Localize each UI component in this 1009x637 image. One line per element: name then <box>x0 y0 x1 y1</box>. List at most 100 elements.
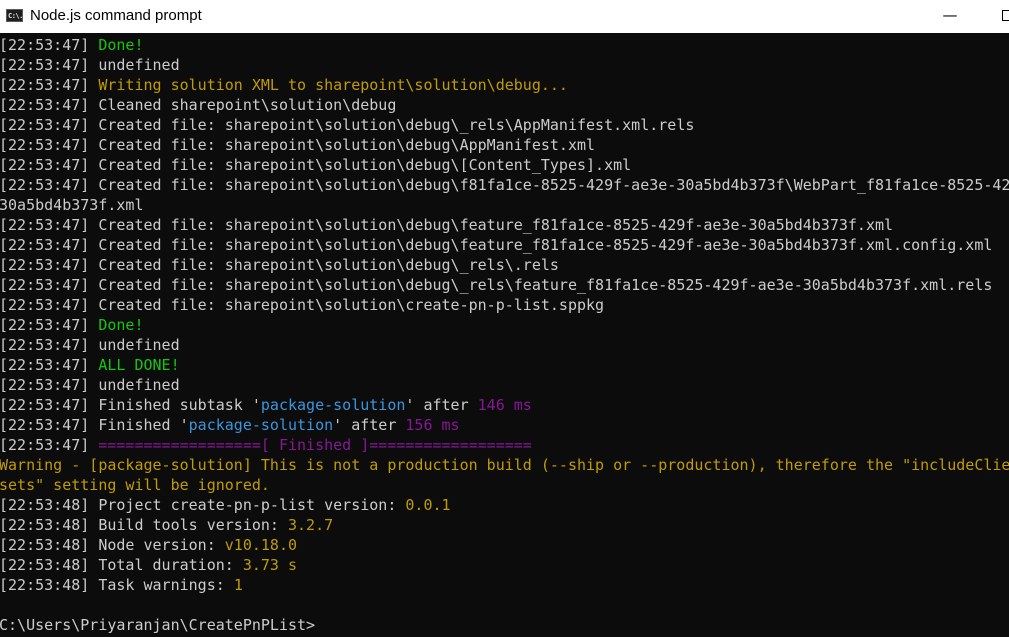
console-text-segment: [22:53:47] <box>0 96 99 114</box>
console-line: [22:53:47] ==================[ Finished … <box>0 435 532 455</box>
console-text-segment: [22:53:47] <box>0 316 99 334</box>
maximize-icon <box>1002 10 1009 21</box>
console-line: [22:53:48] Project create-pn-p-list vers… <box>0 495 451 515</box>
console-text-segment: [22:53:47] <box>0 76 99 94</box>
console-line: [22:53:47] Cleaned sharepoint\solution\d… <box>0 95 396 115</box>
console-text-segment: Created file: sharepoint\solution\debug\… <box>98 176 1009 194</box>
console-line: [22:53:47] Created file: sharepoint\solu… <box>0 295 604 315</box>
console-line: 30a5bd4b373f.xml <box>0 195 144 215</box>
console-text-segment: undefined <box>98 336 180 354</box>
console-text-segment: [22:53:47] <box>0 376 99 394</box>
console-text-segment: package-solution <box>188 416 334 434</box>
console-text-segment: Created file: sharepoint\solution\debug\… <box>98 136 596 154</box>
console-text-segment: Created file: sharepoint\solution\debug\… <box>98 236 993 254</box>
console-line: [22:53:48] Task warnings: 1 <box>0 575 243 595</box>
minimize-icon: — <box>942 6 958 24</box>
console-line: [22:53:47] Created file: sharepoint\solu… <box>0 255 559 275</box>
console-text-segment: [22:53:47] <box>0 436 99 454</box>
console-line: [22:53:48] Build tools version: 3.2.7 <box>0 515 333 535</box>
console-text-segment: Project create-pn-p-list version: <box>98 496 406 514</box>
console-text-segment: Done! <box>98 316 144 334</box>
console-text-segment: Created file: sharepoint\solution\debug\… <box>98 156 632 174</box>
console-line: Warning - [package-solution] This is not… <box>0 455 1009 475</box>
console-text-segment: [22:53:47] <box>0 256 99 274</box>
console-text-segment: Created file: sharepoint\solution\debug\… <box>98 216 894 234</box>
console-line: [22:53:47] Finished subtask 'package-sol… <box>0 395 532 415</box>
console-line: [22:53:47] undefined <box>0 55 180 75</box>
console-text-segment: Task warnings: <box>98 576 234 594</box>
console-text-segment: Finished subtask ' <box>98 396 261 414</box>
console-text-segment: Created file: sharepoint\solution\create… <box>98 296 605 314</box>
console-line: [22:53:47] Created file: sharepoint\solu… <box>0 135 595 155</box>
title-bar[interactable]: C:\. Node.js command prompt — <box>0 0 1009 33</box>
console-app-icon[interactable]: C:\. <box>6 9 23 22</box>
console-text-segment: [22:53:48] <box>0 516 99 534</box>
console-text-segment: [22:53:48] <box>0 536 99 554</box>
console-text-segment: Writing solution XML to sharepoint\solut… <box>98 76 568 94</box>
console-text-segment: [22:53:47] <box>0 396 99 414</box>
console-text-segment: sets" setting will be ignored. <box>0 476 270 494</box>
console-text-segment: 156 ms <box>405 416 460 434</box>
console-text-segment: [22:53:47] <box>0 356 99 374</box>
console-text-segment: 3.73 s <box>242 556 298 574</box>
console-text-segment: Warning - [package-solution] This is not… <box>0 456 1009 474</box>
console-text-segment: [22:53:48] <box>0 496 99 514</box>
console-text-segment: ALL DONE! <box>98 356 180 374</box>
console-line: [22:53:48] Node version: v10.18.0 <box>0 535 297 555</box>
console-text-segment: Created file: sharepoint\solution\debug\… <box>98 116 695 134</box>
window-title: Node.js command prompt <box>30 7 202 24</box>
console-text-segment: [22:53:47] <box>0 56 99 74</box>
command-prompt-line: C:\Users\Priyaranjan\CreatePnPList> <box>0 615 315 635</box>
console-line: [22:53:47] Writing solution XML to share… <box>0 75 568 95</box>
console-text-segment: Created file: sharepoint\solution\debug\… <box>98 256 559 274</box>
console-line: [22:53:47] undefined <box>0 335 180 355</box>
console-text-segment: 3.2.7 <box>288 516 334 534</box>
console-text-segment: undefined <box>98 376 180 394</box>
console-text-segment: 1 <box>233 576 243 594</box>
console-text-segment: 0.0.1 <box>405 496 451 514</box>
console-text-segment: [22:53:47] <box>0 236 99 254</box>
console-text-segment: 146 ms <box>477 396 532 414</box>
console-line: [22:53:47] Finished 'package-solution' a… <box>0 415 460 435</box>
console-line: [22:53:47] Done! <box>0 35 144 55</box>
console-text-segment: [22:53:47] <box>0 116 99 134</box>
console-text-segment: [22:53:47] <box>0 176 99 194</box>
console-icon-glyph: C:\. <box>8 12 23 20</box>
console-line: [22:53:47] Created file: sharepoint\solu… <box>0 115 694 135</box>
console-text-segment: v10.18.0 <box>224 536 298 554</box>
console-text-segment: [22:53:47] <box>0 156 99 174</box>
console-text-segment: [22:53:47] <box>0 216 99 234</box>
console-text-segment: C:\Users\Priyaranjan\CreatePnPList> <box>0 616 316 634</box>
console-line: [22:53:47] undefined <box>0 375 180 395</box>
console-output[interactable]: [22:53:47] Done! [22:53:47] undefined [22:… <box>0 34 1009 637</box>
minimize-button[interactable]: — <box>927 0 973 33</box>
console-text-segment: [22:53:47] <box>0 136 99 154</box>
console-text-segment: Node version: <box>98 536 225 554</box>
console-text-segment: ' after <box>333 416 406 434</box>
console-line: [22:53:47] Created file: sharepoint\solu… <box>0 215 893 235</box>
console-line: [22:53:47] Done! <box>0 315 144 335</box>
console-text-segment: [22:53:47] <box>0 296 99 314</box>
console-text-segment: [22:53:47] <box>0 36 99 54</box>
console-text-segment: [22:53:48] <box>0 556 99 574</box>
console-text-segment: Build tools version: <box>98 516 288 534</box>
console-text-segment: Cleaned sharepoint\solution\debug <box>98 96 397 114</box>
console-text-segment: [22:53:48] <box>0 576 99 594</box>
console-text-segment: [22:53:47] <box>0 276 99 294</box>
console-text-segment: Finished ' <box>98 416 189 434</box>
console-text-segment: Total duration: <box>98 556 243 574</box>
console-line: [22:53:47] ALL DONE! <box>0 355 180 375</box>
console-text-segment: undefined <box>98 56 180 74</box>
console-line: [22:53:47] Created file: sharepoint\solu… <box>0 175 1009 195</box>
console-line: [22:53:48] Total duration: 3.73 s <box>0 555 297 575</box>
console-text-segment: ==================[ Finished ]==========… <box>98 436 532 454</box>
console-line: [22:53:47] Created file: sharepoint\solu… <box>0 155 631 175</box>
console-text-segment: Done! <box>98 36 144 54</box>
console-text-segment: Created file: sharepoint\solution\debug\… <box>98 276 993 294</box>
console-line: [22:53:47] Created file: sharepoint\solu… <box>0 275 992 295</box>
console-text-segment: package-solution <box>260 396 406 414</box>
console-text-segment: ' after <box>405 396 478 414</box>
console-text-segment: 30a5bd4b373f.xml <box>0 196 144 214</box>
console-line: sets" setting will be ignored. <box>0 475 270 495</box>
maximize-button[interactable] <box>977 0 1009 33</box>
